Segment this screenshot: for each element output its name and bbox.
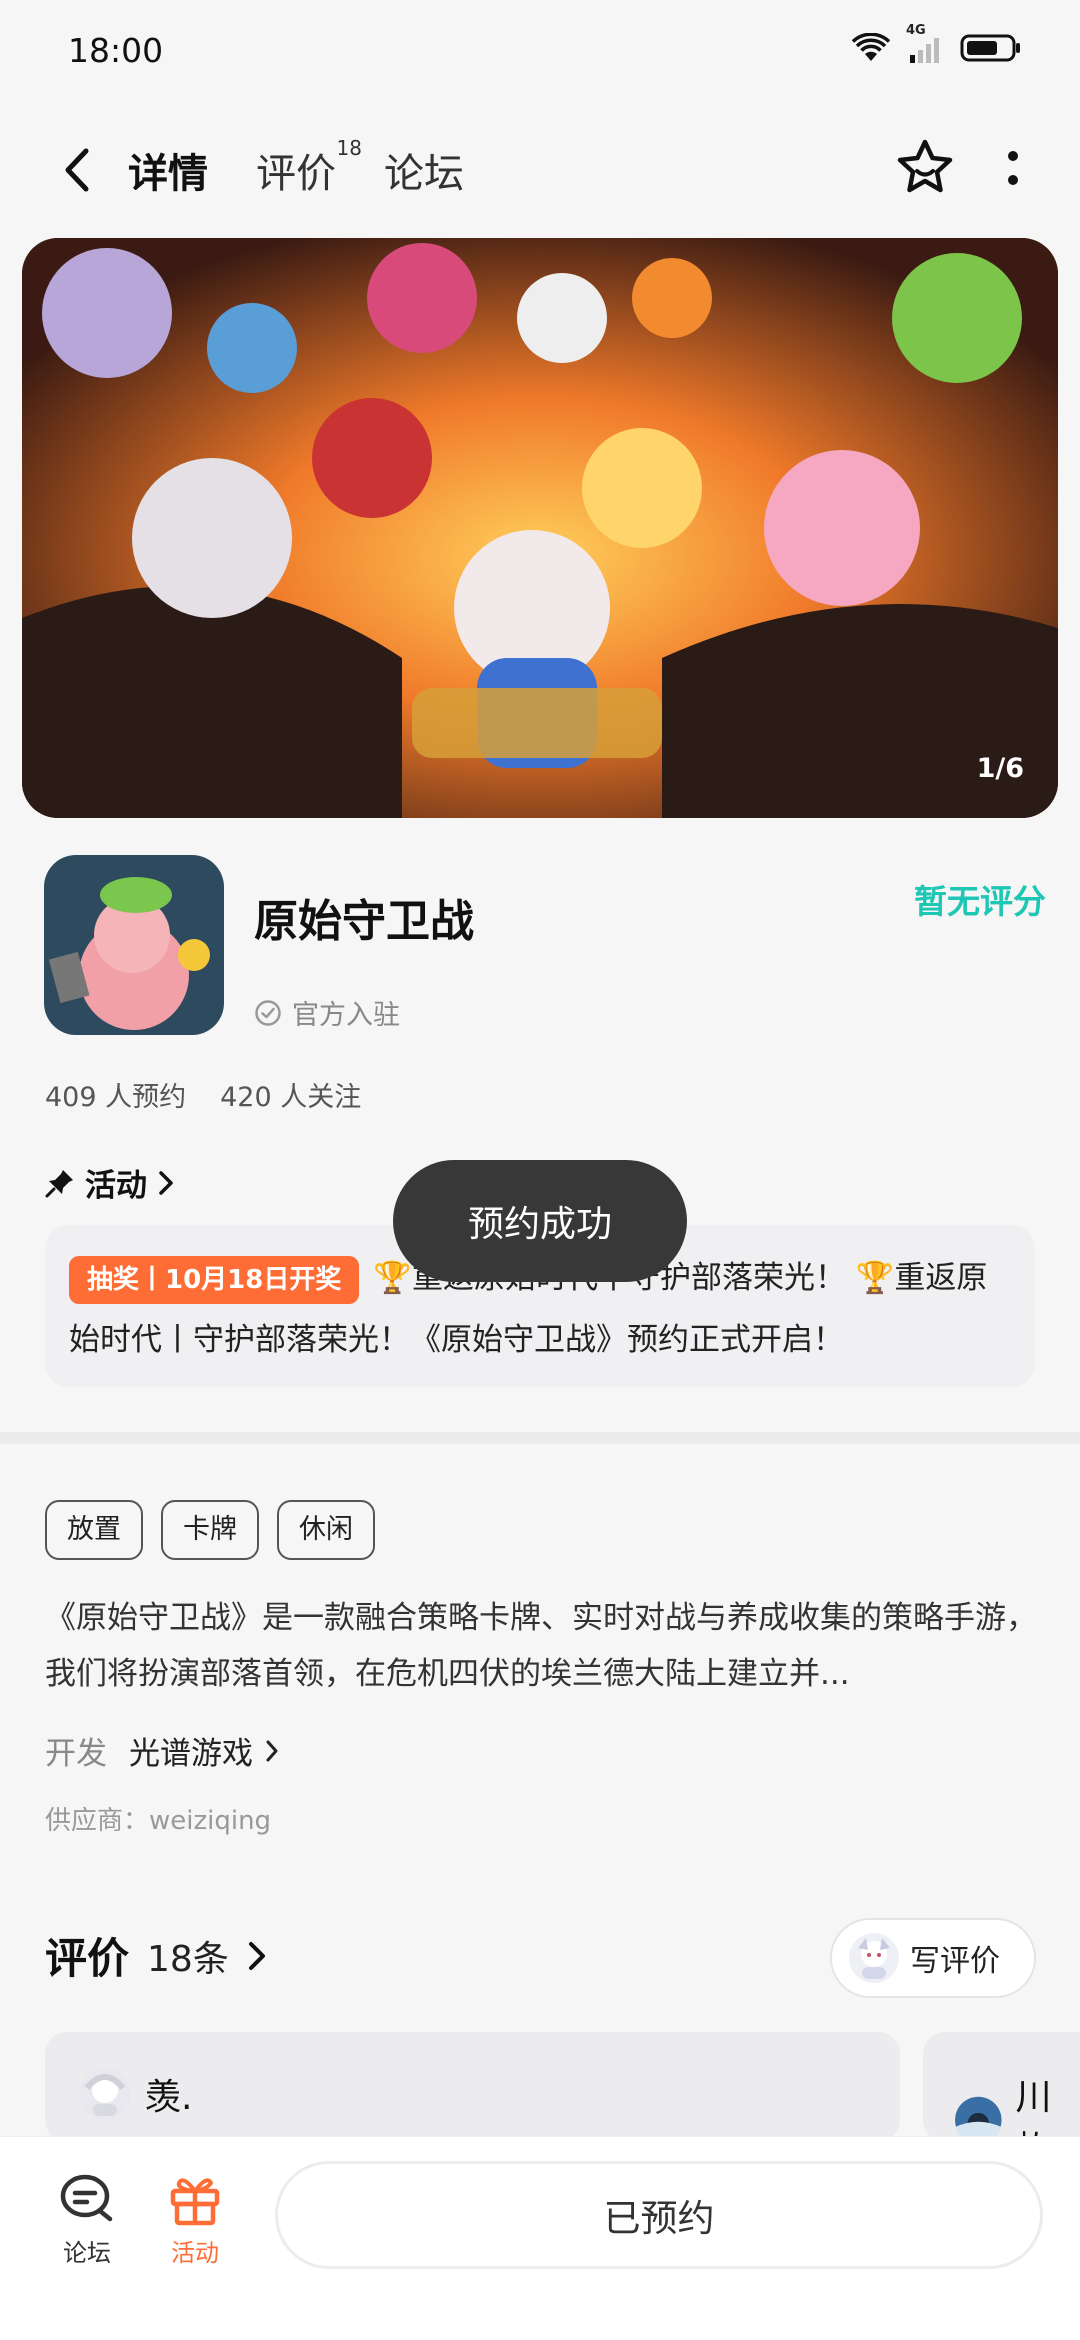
avatar — [849, 1933, 899, 1983]
banner-artwork — [22, 238, 1058, 818]
reviews-count: 18条 — [147, 1938, 229, 1980]
lottery-badge: 抽奖丨10月18日开奖 — [69, 1255, 360, 1304]
reservation-count: 409 人预约 — [45, 1082, 187, 1113]
activity-nav-button[interactable]: 活动 — [150, 2171, 240, 2268]
favorite-star-icon[interactable] — [894, 138, 956, 202]
review-card[interactable]: 川屿 — [923, 2032, 1080, 2142]
write-review-label: 写评价 — [910, 1944, 1000, 1979]
developer-name: 光谱游戏 — [129, 1736, 253, 1772]
rating-status: 暂无评分 — [914, 882, 1046, 921]
forum-nav-button[interactable]: 论坛 — [42, 2171, 132, 2268]
activity-header[interactable]: 活动 — [45, 1160, 175, 1205]
chevron-right-icon — [159, 1170, 173, 1195]
tag-casual[interactable]: 休闲 — [277, 1500, 375, 1560]
reviews-header[interactable]: 评价 18条 — [45, 1925, 267, 1986]
review-user: 羡. — [79, 2068, 192, 2120]
tab-reviews-label: 评价 — [256, 151, 336, 197]
review-card[interactable]: 羡. — [45, 2032, 900, 2142]
review-username: 羡. — [145, 2077, 193, 2118]
write-review-button[interactable]: 写评价 — [830, 1918, 1036, 1998]
tab-forum-label: 论坛 — [384, 151, 464, 197]
carousel-counter: 1/6 — [976, 753, 1024, 784]
activity-nav-label: 活动 — [171, 2239, 219, 2267]
supplier-info: 供应商：weiziqing — [45, 1806, 272, 1836]
tab-reviews[interactable]: 评价 18 — [256, 130, 362, 210]
wifi-icon — [851, 32, 891, 67]
reserved-button[interactable]: 已预约 — [275, 2161, 1043, 2269]
back-button[interactable] — [52, 140, 102, 200]
chevron-left-icon — [65, 148, 89, 192]
more-options-icon[interactable] — [1006, 148, 1020, 192]
tab-details-label: 详情 — [128, 151, 208, 197]
official-label: 官方入驻 — [292, 1000, 400, 1031]
tag-card[interactable]: 卡牌 — [161, 1500, 259, 1560]
chevron-right-icon — [266, 1740, 278, 1761]
tab-forum[interactable]: 论坛 — [384, 130, 464, 210]
bottom-action-bar: 论坛 活动 已预约 — [0, 2136, 1080, 2340]
review-user: 川屿 — [955, 2068, 1080, 2142]
tag-idle[interactable]: 放置 — [45, 1500, 143, 1560]
app-name: 原始守卫战 — [254, 896, 474, 947]
status-bar: 18:00 4G — [0, 0, 1080, 100]
activity-title: 活动 — [85, 1168, 147, 1204]
app-stats: 409 人预约 420 人关注 — [45, 1075, 361, 1114]
tab-details[interactable]: 详情 — [124, 130, 212, 210]
forum-nav-label: 论坛 — [63, 2239, 111, 2267]
avatar — [79, 2068, 131, 2120]
tab-reviews-count: 18 — [336, 136, 362, 160]
official-badge: 官方入驻 — [254, 993, 400, 1032]
toast-message: 预约成功 — [393, 1160, 687, 1282]
top-nav: 详情 评价 18 论坛 — [0, 120, 1080, 220]
developer-label: 开发 — [45, 1736, 107, 1772]
section-divider — [0, 1432, 1080, 1444]
developer-link[interactable]: 光谱游戏 — [129, 1728, 279, 1773]
check-circle-icon — [255, 999, 281, 1026]
status-time: 18:00 — [68, 30, 164, 70]
review-username: 川屿 — [1015, 2077, 1052, 2142]
follower-count: 420 人关注 — [220, 1082, 362, 1113]
status-icons: 4G — [851, 23, 1022, 67]
chevron-right-icon — [248, 1941, 265, 1970]
developer-row: 开发 光谱游戏 — [45, 1728, 279, 1773]
avatar — [955, 2096, 1002, 2142]
forum-chat-icon — [60, 2174, 113, 2222]
cellular-signal-icon: 4G — [906, 23, 942, 65]
app-icon — [44, 855, 224, 1035]
app-info: 原始守卫战 官方入驻 暂无评分 — [44, 855, 1046, 1035]
battery-icon — [960, 33, 1022, 67]
gift-icon — [170, 2178, 220, 2226]
pin-icon — [45, 1169, 73, 1197]
genre-tags: 放置 卡牌 休闲 — [45, 1500, 375, 1560]
reviews-title: 评价 — [45, 1934, 130, 1983]
screenshot-carousel[interactable]: 1/6 — [22, 238, 1058, 818]
network-type: 4G — [906, 23, 926, 38]
game-description[interactable]: 《原始守卫战》是一款融合策略卡牌、实时对战与养成收集的策略手游，我们将扮演部落首… — [45, 1590, 1045, 1702]
